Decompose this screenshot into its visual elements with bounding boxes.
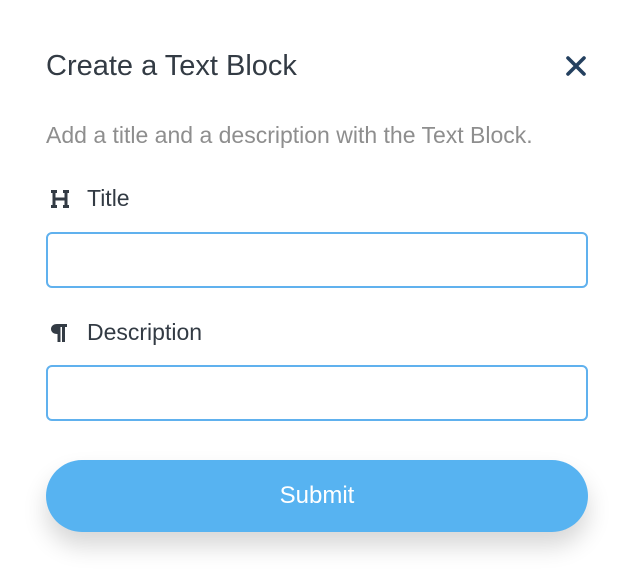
submit-button[interactable]: Submit <box>46 460 588 532</box>
close-button[interactable] <box>562 52 590 80</box>
title-label: Title <box>87 185 130 211</box>
dialog-title: Create a Text Block <box>46 50 297 82</box>
dialog-subtitle: Add a title and a description with the T… <box>46 122 533 148</box>
title-field-label: Title <box>48 185 130 212</box>
description-input[interactable] <box>46 365 588 421</box>
heading-icon <box>48 186 74 212</box>
title-input[interactable] <box>46 232 588 288</box>
create-text-block-dialog: Create a Text Block Add a title and a de… <box>0 0 636 578</box>
description-label: Description <box>87 319 203 345</box>
paragraph-icon <box>48 320 74 346</box>
description-field-label: Description <box>48 319 202 346</box>
close-icon <box>566 56 586 76</box>
